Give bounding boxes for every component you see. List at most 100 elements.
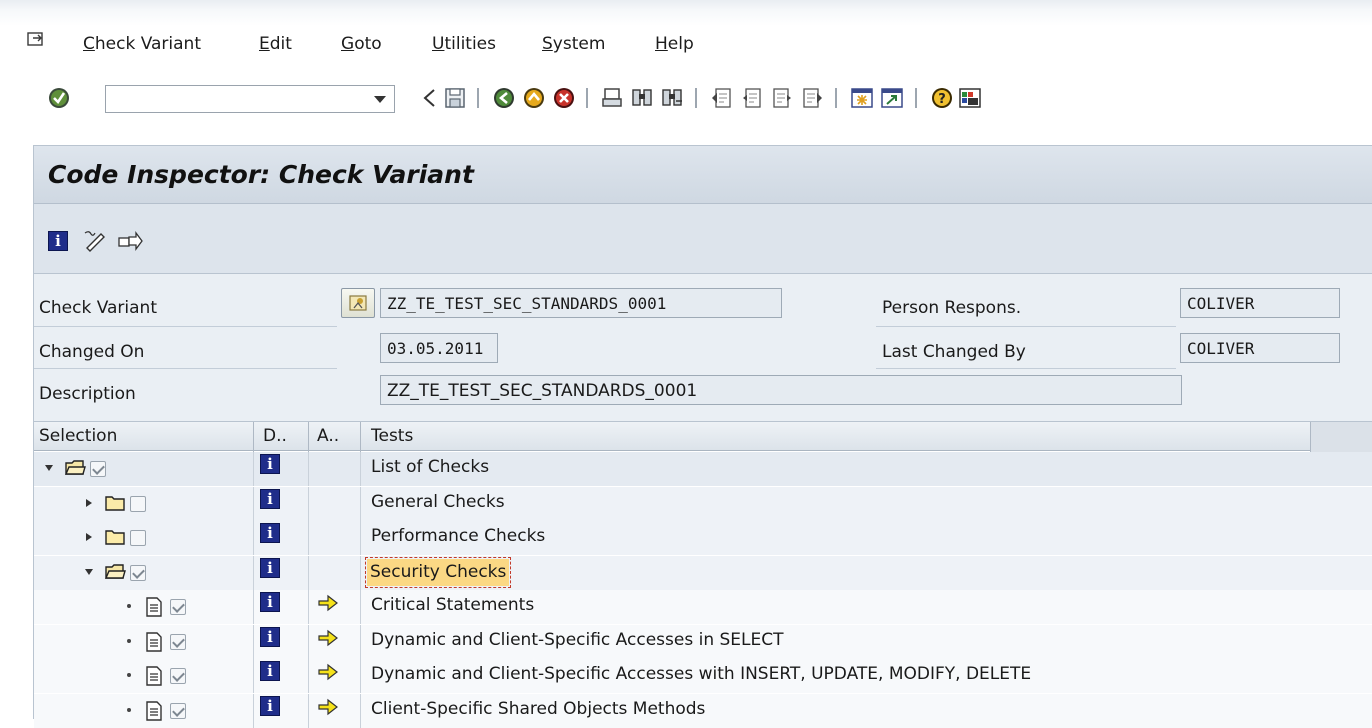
shortcut-icon[interactable]	[880, 85, 904, 111]
enter-icon[interactable]	[47, 85, 71, 111]
collapsed-chevron-icon[interactable]	[84, 498, 94, 508]
tree-item-label[interactable]: List of Checks	[371, 457, 489, 477]
find-next-icon[interactable]	[660, 85, 684, 111]
title-panel: Code Inspector: Check Variant i	[33, 145, 1372, 273]
tree-item-label[interactable]: Critical Statements	[371, 595, 534, 615]
selection-checkbox[interactable]	[130, 564, 146, 581]
edit-pencil-icon[interactable]	[81, 228, 109, 254]
column-header-tests[interactable]: Tests	[371, 426, 413, 446]
layout-icon[interactable]	[958, 85, 982, 111]
print-icon[interactable]	[600, 85, 624, 111]
changed-on-field[interactable]: 03.05.2011	[380, 333, 498, 363]
attributes-arrow-icon[interactable]	[317, 662, 339, 682]
info-glyph: i	[267, 627, 273, 646]
changed-on-label: Changed On	[39, 342, 145, 362]
expanded-chevron-icon[interactable]	[84, 567, 94, 577]
last-changed-by-field[interactable]: COLIVER	[1180, 333, 1340, 363]
selection-checkbox[interactable]	[130, 530, 146, 546]
chevron-down-icon[interactable]	[374, 96, 386, 103]
column-divider	[253, 452, 254, 486]
tree-item-label[interactable]: General Checks	[371, 492, 505, 512]
info-glyph: i	[267, 662, 273, 680]
tree-item-label[interactable]: Dynamic and Client-Specific Accesses wit…	[371, 664, 1031, 684]
expanded-chevron-icon[interactable]	[44, 463, 54, 473]
collapsed-chevron-icon[interactable]	[84, 532, 94, 542]
documentation-info-icon[interactable]: i	[260, 661, 280, 681]
exit-icon[interactable]	[522, 85, 546, 111]
tree-row[interactable]: i Dynamic and Client-Specific Accesses in…	[34, 624, 1372, 659]
leaf-bullet-icon	[127, 604, 131, 608]
system-menu-icon[interactable]	[27, 32, 45, 48]
menu-goto[interactable]: Goto	[341, 34, 382, 54]
help-icon[interactable]: ?	[930, 85, 954, 111]
selection-checkbox[interactable]	[90, 461, 106, 477]
previous-page-icon[interactable]	[740, 85, 764, 111]
check-variant-field[interactable]: ZZ_TE_TEST_SEC_STANDARDS_0001	[380, 288, 782, 318]
menu-utilities[interactable]: Utilities	[432, 34, 496, 54]
cancel-icon[interactable]	[552, 85, 576, 111]
documentation-info-icon[interactable]: i	[260, 523, 280, 543]
attributes-arrow-icon[interactable]	[317, 697, 339, 717]
documentation-info-icon[interactable]: i	[260, 592, 280, 612]
find-icon[interactable]	[630, 85, 654, 111]
info-glyph: i	[267, 455, 273, 473]
column-header-a[interactable]: A..	[317, 426, 339, 446]
menu-system[interactable]: System	[542, 34, 605, 54]
last-page-icon[interactable]	[800, 85, 824, 111]
tree-item-label[interactable]: Performance Checks	[371, 526, 545, 546]
selection-checkbox[interactable]	[170, 668, 186, 684]
transport-icon[interactable]	[116, 228, 144, 254]
column-header-filler	[1310, 422, 1372, 452]
attributes-arrow-icon[interactable]	[317, 628, 339, 648]
menu-help[interactable]: Help	[655, 34, 694, 54]
tree-item-label[interactable]: Client-Specific Shared Objects Methods	[371, 699, 705, 719]
save-icon[interactable]	[443, 85, 467, 111]
toolbar-separator	[695, 88, 697, 108]
documentation-info-icon[interactable]: i	[260, 695, 280, 716]
documentation-info-icon[interactable]: i	[260, 557, 280, 578]
documentation-info-icon[interactable]: i	[260, 626, 280, 647]
folder-open-icon	[104, 563, 126, 579]
tree-item-label[interactable]: Security Checks	[364, 556, 512, 588]
document-icon	[146, 597, 162, 617]
tree-row[interactable]: i General Checks	[34, 486, 1372, 521]
person-respons-field[interactable]: COLIVER	[1180, 288, 1340, 318]
first-page-icon[interactable]	[710, 85, 734, 111]
tree-row[interactable]: i Performance Checks	[34, 521, 1372, 555]
selection-checkbox[interactable]	[170, 599, 186, 615]
create-session-icon[interactable]	[850, 85, 874, 111]
header-form: Check Variant ZZ_TE_TEST_SEC_STANDARDS_0…	[33, 273, 1372, 421]
label-underline	[34, 326, 337, 327]
selection-checkbox[interactable]	[130, 495, 146, 512]
label-underline	[876, 368, 1176, 369]
documentation-info-icon[interactable]: i	[260, 454, 280, 474]
label-underline	[876, 326, 1176, 327]
tree-row[interactable]: i Dynamic and Client-Specific Accesses wi…	[34, 659, 1372, 693]
menu-edit[interactable]: Edit	[259, 34, 292, 54]
tree-row[interactable]: i Critical Statements	[34, 590, 1372, 624]
tree-item-label[interactable]: Dynamic and Client-Specific Accesses in …	[371, 630, 784, 650]
attributes-arrow-icon[interactable]	[317, 593, 339, 613]
selection-checkbox[interactable]	[170, 633, 186, 650]
leaf-bullet-icon	[127, 673, 131, 677]
menu-check-variant[interactable]: Check Variant	[83, 34, 201, 54]
back-icon[interactable]	[418, 85, 442, 111]
folder-icon	[105, 530, 125, 545]
column-header-selection[interactable]: Selection	[39, 426, 117, 446]
command-field[interactable]	[105, 85, 395, 113]
info-icon[interactable]: i	[48, 231, 68, 251]
checks-tree: Selection D.. A.. Tests i List of Checks i…	[33, 421, 1372, 728]
selection-checkbox[interactable]	[170, 702, 186, 719]
column-divider	[308, 555, 309, 590]
description-field[interactable]: ZZ_TE_TEST_SEC_STANDARDS_0001	[380, 375, 1182, 405]
documentation-info-icon[interactable]: i	[260, 488, 280, 509]
last-changed-by-label: Last Changed By	[882, 342, 1026, 362]
tree-row[interactable]: i Client-Specific Shared Objects Methods	[34, 693, 1372, 728]
tree-row[interactable]: i List of Checks	[34, 452, 1372, 486]
column-header-d[interactable]: D..	[263, 426, 287, 446]
column-divider	[253, 659, 254, 693]
next-page-icon[interactable]	[770, 85, 794, 111]
check-variant-lookup-button[interactable]	[341, 288, 375, 318]
tree-row[interactable]: i Security Checks	[34, 555, 1372, 590]
back-green-icon[interactable]	[492, 85, 516, 111]
